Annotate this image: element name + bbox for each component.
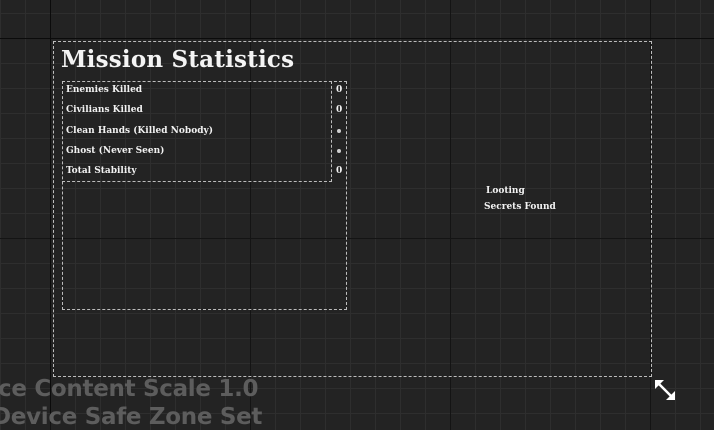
stat-row-total-stability[interactable]: Total Stability 0: [0, 162, 400, 180]
mission-statistics-title[interactable]: Mission Statistics: [61, 46, 294, 73]
stat-row-ghost[interactable]: Ghost (Never Seen): [0, 142, 400, 160]
dot-indicator-icon: [337, 129, 341, 133]
resize-diagonal-icon[interactable]: [653, 378, 677, 402]
stat-value: 0: [336, 85, 343, 95]
stat-value: 0: [336, 105, 343, 115]
stat-label: Total Stability: [66, 166, 137, 176]
stat-label: Ghost (Never Seen): [66, 146, 165, 156]
dot-indicator-icon: [337, 149, 341, 153]
secrets-found-label[interactable]: Secrets Found: [484, 202, 556, 212]
stat-row-civilians-killed[interactable]: Civilians Killed 0: [0, 101, 400, 119]
stat-label: Enemies Killed: [66, 85, 143, 95]
canvas-origin-vertical-line: [50, 0, 51, 423]
stat-row-enemies-killed[interactable]: Enemies Killed 0: [0, 81, 400, 99]
canvas-origin-horizontal-line: [0, 38, 714, 39]
content-scale-readout: ce Content Scale 1.0: [0, 376, 259, 402]
looting-label[interactable]: Looting: [486, 186, 525, 196]
stat-label: Clean Hands (Killed Nobody): [66, 126, 213, 136]
stat-value: 0: [336, 166, 343, 176]
stat-label: Civilians Killed: [66, 105, 143, 115]
stat-row-clean-hands[interactable]: Clean Hands (Killed Nobody): [0, 122, 400, 140]
safe-zone-readout: Device Safe Zone Set: [0, 404, 263, 430]
